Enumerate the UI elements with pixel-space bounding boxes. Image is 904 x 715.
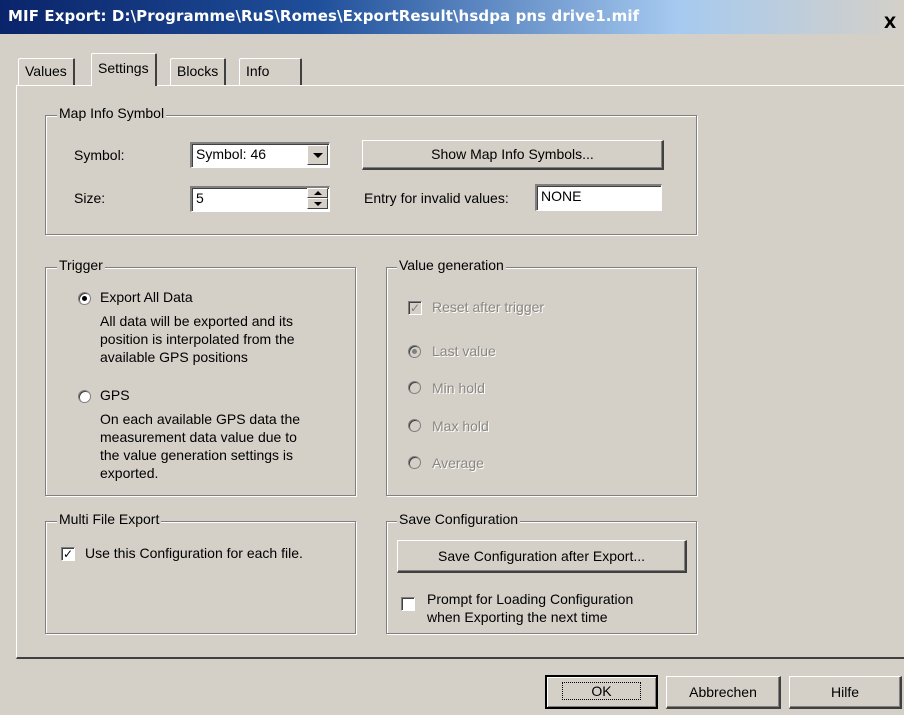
size-input-value: 5 — [196, 190, 204, 206]
multi-file-export-group — [45, 521, 356, 634]
reset-after-trigger-label: Reset after trigger — [432, 299, 545, 315]
min-hold-label: Min hold — [432, 380, 485, 396]
label-line: Prompt for Loading Configuration — [427, 591, 634, 607]
max-hold-radio[interactable] — [408, 419, 421, 432]
prompt-loading-label: Prompt for Loading Configuration when Ex… — [427, 590, 633, 626]
use-config-checkbox[interactable]: ✓ — [61, 547, 75, 561]
prompt-loading-checkbox[interactable] — [401, 597, 415, 611]
description-line: All data will be exported and its — [100, 313, 293, 329]
description-line: the value generation settings is — [100, 447, 294, 463]
export-all-label: Export All Data — [100, 289, 193, 305]
close-icon[interactable]: X — [876, 13, 904, 35]
tab-label: Blocks — [177, 63, 219, 79]
tab-blocks[interactable]: Blocks — [170, 58, 227, 85]
help-button[interactable]: Hilfe — [789, 676, 902, 709]
group-legend: Map Info Symbol — [57, 105, 167, 121]
size-label: Size: — [74, 190, 106, 206]
tab-label: Values — [25, 63, 67, 79]
spin-up-icon[interactable] — [307, 188, 328, 198]
save-configuration-button[interactable]: Save Configuration after Export... — [397, 540, 687, 573]
gps-radio[interactable] — [78, 390, 91, 403]
tab-settings[interactable]: Settings — [91, 53, 157, 86]
ok-button-label: OK — [562, 682, 641, 700]
symbol-select-value: Symbol: 46 — [196, 146, 267, 162]
gps-description: On each available GPS data the measureme… — [100, 410, 350, 482]
tab-values[interactable]: Values — [18, 58, 75, 85]
average-label: Average — [432, 455, 484, 471]
window-title: MIF Export: D:\Programme\RuS\Romes\Expor… — [8, 7, 640, 25]
description-line: position is interpolated from the — [100, 331, 295, 347]
average-radio[interactable] — [408, 456, 421, 469]
invalid-values-label: Entry for invalid values: — [364, 190, 509, 206]
label-line: when Exporting the next time — [427, 609, 608, 625]
cancel-button[interactable]: Abbrechen — [666, 676, 781, 709]
tab-label: Settings — [98, 60, 149, 76]
show-map-info-symbols-button[interactable]: Show Map Info Symbols... — [362, 140, 664, 170]
description-line: available GPS positions — [100, 349, 248, 365]
description-line: exported. — [100, 465, 159, 481]
tab-info[interactable]: Info — [239, 58, 302, 85]
gps-label: GPS — [100, 387, 130, 403]
spin-down-icon[interactable] — [307, 198, 328, 209]
use-config-label: Use this Configuration for each file. — [85, 545, 303, 561]
map-info-symbol-group — [45, 115, 697, 235]
min-hold-radio[interactable] — [408, 381, 421, 394]
last-value-label: Last value — [432, 343, 496, 359]
invalid-values-value: NONE — [541, 188, 582, 204]
export-all-radio[interactable] — [78, 292, 91, 305]
invalid-values-input[interactable]: NONE — [535, 184, 662, 211]
reset-after-trigger-checkbox[interactable]: ✓ — [408, 301, 422, 315]
description-line: measurement data value due to — [100, 429, 297, 445]
export-all-description: All data will be exported and its positi… — [100, 312, 350, 366]
last-value-radio[interactable] — [408, 345, 421, 358]
chevron-down-icon[interactable] — [307, 145, 328, 165]
group-legend: Value generation — [397, 257, 506, 273]
group-legend: Save Configuration — [397, 511, 521, 527]
tab-label: Info — [246, 63, 270, 79]
max-hold-label: Max hold — [432, 418, 489, 434]
ok-button[interactable]: OK — [545, 675, 658, 709]
group-legend: Multi File Export — [57, 511, 162, 527]
symbol-label: Symbol: — [74, 147, 125, 163]
group-legend: Trigger — [57, 257, 105, 273]
description-line: On each available GPS data the — [100, 411, 301, 427]
